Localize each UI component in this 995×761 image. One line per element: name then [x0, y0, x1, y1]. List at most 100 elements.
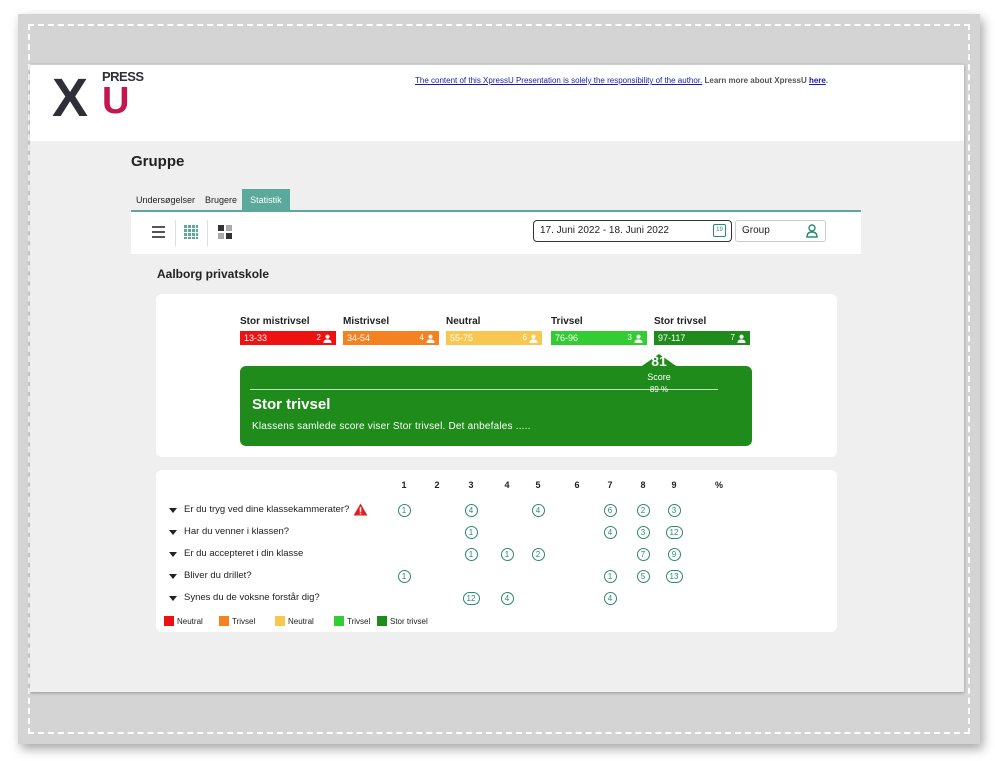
- toolbar-separator: [207, 220, 208, 246]
- category-4: Stor trivsel 97-117 7: [653, 316, 751, 346]
- learn-more-text: Learn more about XpressU: [702, 76, 809, 85]
- score-value: 81: [651, 353, 667, 369]
- person-icon: [737, 334, 746, 343]
- result-text: Klassens samlede score viser Stor trivse…: [252, 421, 531, 432]
- question-text: Er du tryg ved dine klassekammerater?: [184, 504, 350, 515]
- category-count: 7: [731, 331, 746, 345]
- category-range: 55-75: [450, 333, 474, 343]
- column-header: 8: [640, 480, 646, 490]
- category-count-value: 3: [627, 333, 632, 342]
- question-row[interactable]: Bliver du drillet? 1 1 5 13: [156, 568, 837, 586]
- expand-arrow-icon[interactable]: [169, 508, 177, 513]
- xpressu-logo[interactable]: X PRESS U: [52, 69, 144, 126]
- category-range: 34-54: [347, 333, 371, 343]
- column-header: %: [714, 480, 723, 490]
- logo-u: U: [102, 80, 130, 122]
- question-text: Bliver du drillet?: [184, 570, 252, 581]
- answer-count-bubble: 3: [636, 526, 650, 539]
- list-icon[interactable]: [149, 222, 169, 242]
- category-bar: 97-117 7: [653, 330, 751, 346]
- answer-count-bubble: 4: [603, 592, 617, 605]
- question-row[interactable]: Synes du de voksne forstår dig? 12 4 4: [156, 590, 837, 608]
- disclaimer-link[interactable]: The content of this XpressU Presentation…: [415, 76, 702, 85]
- disclaimer-period: .: [825, 76, 829, 85]
- result-title: Stor trivsel: [252, 396, 331, 413]
- category-count: 2: [317, 331, 332, 345]
- answer-count-bubble: 1: [603, 570, 617, 583]
- category-count: 6: [523, 331, 538, 345]
- category-bar: 55-75 6: [446, 331, 542, 345]
- tab-undersogelser[interactable]: Undersøgelser: [131, 189, 200, 211]
- category-count-value: 7: [730, 333, 735, 342]
- legend-label: Trivsel: [347, 616, 371, 626]
- question-row[interactable]: Har du venner i klassen? 1 4 3 12: [156, 524, 837, 542]
- category-name: Stor mistrivsel: [240, 316, 310, 327]
- answer-count-bubble: 12: [665, 526, 683, 539]
- app-screen: X PRESS U The content of this XpressU Pr…: [30, 64, 964, 692]
- disclaimer: The content of this XpressU Presentation…: [415, 76, 828, 85]
- category-count: 4: [420, 331, 435, 345]
- category-2: Neutral 55-75 6: [446, 316, 542, 345]
- category-count-value: 6: [522, 333, 527, 342]
- score-percent: 89 %: [649, 385, 669, 394]
- answer-count-bubble: 3: [667, 504, 681, 517]
- tab-brugere[interactable]: Brugere: [200, 189, 242, 211]
- expand-arrow-icon[interactable]: [169, 552, 177, 557]
- answer-count-bubble: 7: [636, 548, 650, 561]
- questions-card: 1 2 3 4 5 6 7 8 9% Er du tryg ved dine klassekam…: [156, 470, 837, 632]
- category-name: Mistrivsel: [343, 316, 390, 327]
- page-title: Gruppe: [131, 153, 185, 170]
- column-header: 2: [434, 480, 440, 490]
- category-1: Mistrivsel 34-54 4: [343, 316, 439, 345]
- column-header: 7: [607, 480, 613, 490]
- category-count-value: 2: [316, 333, 321, 342]
- answer-count-bubble: 9: [667, 548, 681, 561]
- expand-arrow-icon[interactable]: [169, 596, 177, 601]
- toolbar: 17. Juni 2022 - 18. Juni 2022 19 Group: [131, 212, 861, 254]
- legend-swatch: [219, 616, 229, 626]
- expand-arrow-icon[interactable]: [169, 574, 177, 579]
- legend-swatch: [164, 616, 174, 626]
- question-row[interactable]: Er du tryg ved dine klassekammerater? 1 4 4…: [156, 502, 837, 520]
- column-header: 6: [574, 480, 580, 490]
- legend-item: Neutral: [275, 616, 314, 626]
- category-0: Stor mistrivsel 13-33 2: [240, 316, 336, 345]
- column-header: 5: [535, 480, 541, 490]
- legend-label: Stor trivsel: [390, 616, 428, 626]
- grid-icon[interactable]: [181, 222, 201, 242]
- answer-count-bubble: 1: [464, 526, 478, 539]
- top-bar: X PRESS U The content of this XpressU Pr…: [30, 65, 964, 141]
- legend-swatch: [275, 616, 285, 626]
- column-header: 1: [401, 480, 407, 490]
- calendar-icon[interactable]: 19: [713, 224, 726, 237]
- answer-count-bubble: 13: [665, 570, 683, 583]
- tab-statistik[interactable]: Statistik: [242, 189, 290, 211]
- score-label: Score: [647, 372, 671, 382]
- answer-count-bubble: 5: [636, 570, 650, 583]
- score-card: Stor mistrivsel 13-33 2 Mistrivsel 34-54 4 Neu…: [156, 294, 837, 457]
- category-name: Stor trivsel: [654, 316, 707, 327]
- column-header: 3: [468, 480, 474, 490]
- answer-count-bubble: 1: [397, 570, 411, 583]
- question-row[interactable]: Er du accepteret i din klasse 1 1 2 7 9: [156, 546, 837, 564]
- here-link[interactable]: here: [809, 76, 826, 85]
- expand-arrow-icon[interactable]: [169, 530, 177, 535]
- answer-count-bubble: 1: [397, 504, 411, 517]
- category-name: Trivsel: [551, 316, 583, 327]
- date-range-field[interactable]: 17. Juni 2022 - 18. Juni 2022 19: [533, 220, 732, 242]
- tiles-icon[interactable]: [215, 222, 235, 242]
- column-header: 4: [504, 480, 510, 490]
- person-icon: [323, 334, 332, 343]
- category-count-value: 4: [419, 333, 424, 342]
- category-3: Trivsel 76-96 3: [551, 316, 647, 345]
- result-box: 81 Score 89 % Stor trivsel Klassens saml…: [240, 353, 752, 446]
- group-select[interactable]: Group: [735, 220, 826, 242]
- answer-count-bubble: 2: [636, 504, 650, 517]
- tab-bar: Undersøgelser Brugere Statistik: [131, 189, 290, 211]
- category-name: Neutral: [446, 316, 481, 327]
- group-label: Group: [742, 225, 770, 236]
- legend-item: Trivsel: [219, 616, 255, 626]
- question-text: Synes du de voksne forstår dig?: [184, 592, 320, 603]
- answer-count-bubble: 12: [462, 592, 480, 605]
- legend-item: Trivsel: [334, 616, 370, 626]
